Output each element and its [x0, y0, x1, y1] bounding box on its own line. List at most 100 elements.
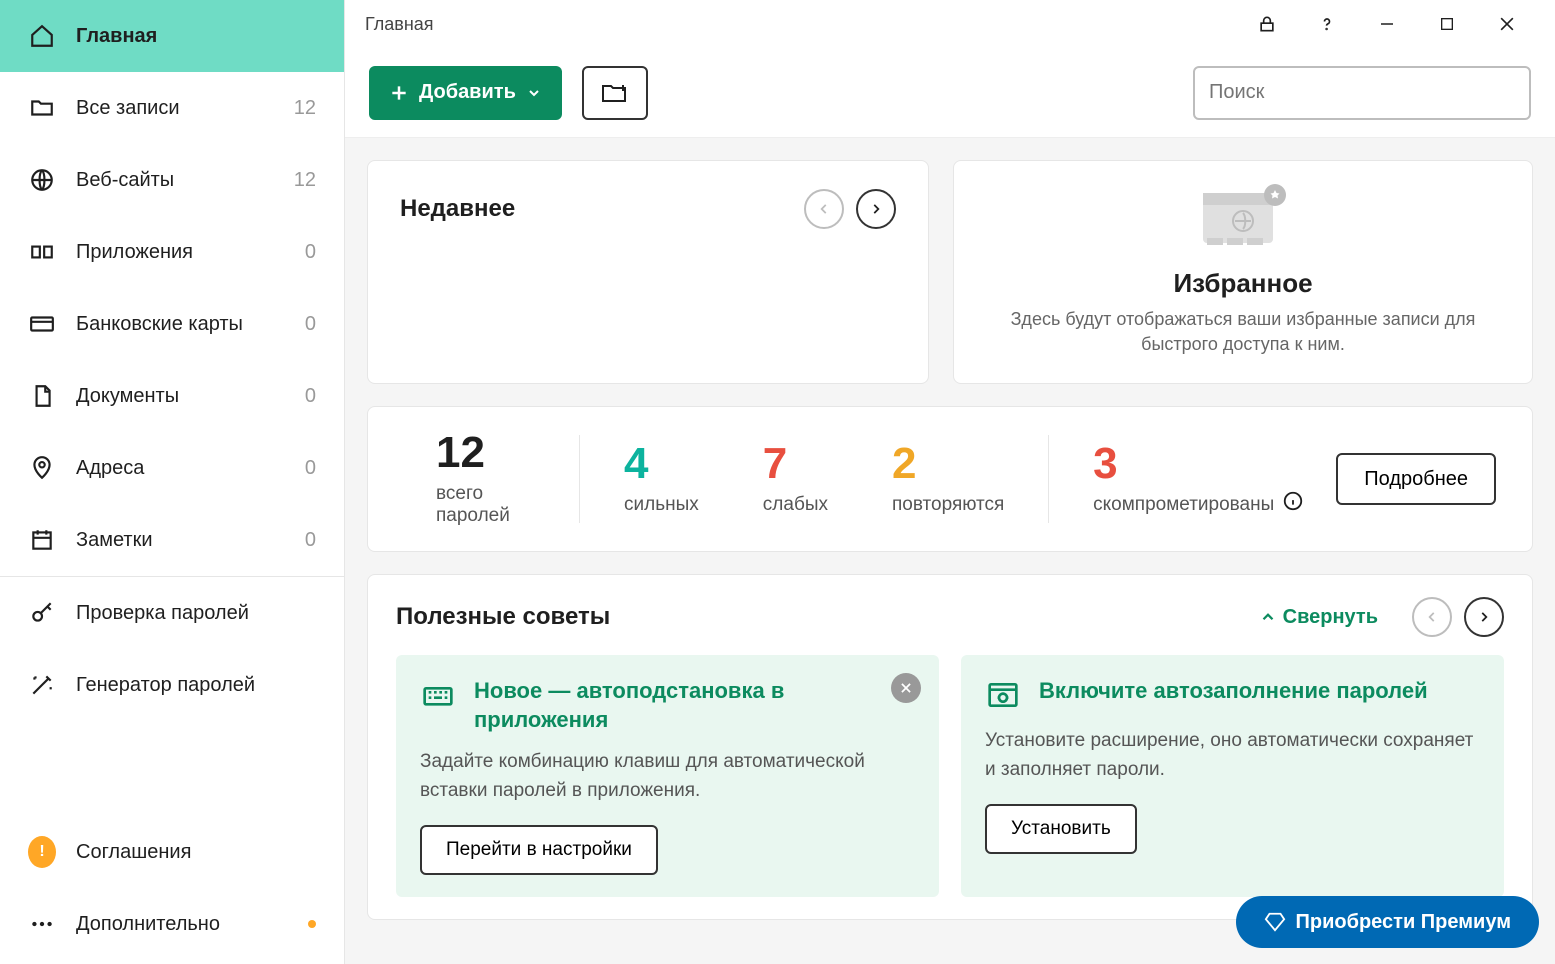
sidebar-item-notes[interactable]: Заметки 0	[0, 504, 344, 576]
sidebar-item-more[interactable]: Дополнительно	[0, 888, 344, 960]
tip-desc: Установите расширение, оно автоматически…	[985, 727, 1480, 784]
sidebar-item-label: Заметки	[76, 529, 285, 552]
sidebar-item-label: Документы	[76, 385, 285, 408]
sidebar-item-home[interactable]: Главная	[0, 0, 344, 72]
divider	[579, 435, 580, 523]
sidebar-item-count: 0	[305, 385, 316, 408]
sidebar-item-count: 0	[305, 457, 316, 480]
sidebar-item-websites[interactable]: Веб-сайты 12	[0, 144, 344, 216]
tips-next-button[interactable]	[1464, 597, 1504, 637]
favorites-desc: Здесь будут отображаться ваши избранные …	[976, 307, 1510, 357]
sidebar-item-label: Главная	[76, 25, 316, 48]
stats-card: 12 всего паролей 4 сильных 7 слабых 2 по…	[367, 406, 1533, 552]
content: Главная Добавить	[345, 0, 1555, 964]
maximize-button[interactable]	[1419, 0, 1475, 48]
home-icon	[28, 23, 56, 49]
help-button[interactable]	[1299, 0, 1355, 48]
sidebar-item-label: Генератор паролей	[76, 674, 316, 697]
stat-compromised-value: 3	[1093, 442, 1304, 486]
tip-action-button[interactable]: Перейти в настройки	[420, 825, 658, 875]
sidebar-item-label: Все записи	[76, 97, 274, 120]
sidebar-item-label: Проверка паролей	[76, 602, 316, 625]
tips-title: Полезные советы	[396, 603, 1259, 631]
stat-repeated: 2 повторяются	[860, 442, 1036, 516]
sidebar-item-generator[interactable]: Генератор паролей	[0, 649, 344, 721]
details-button[interactable]: Подробнее	[1336, 453, 1496, 505]
sidebar-item-label: Адреса	[76, 457, 285, 480]
info-icon[interactable]	[1282, 490, 1304, 512]
chevron-right-icon	[869, 202, 883, 216]
titlebar: Главная	[345, 0, 1555, 48]
sidebar-item-count: 0	[305, 313, 316, 336]
stat-total-label: всего паролей	[436, 483, 535, 527]
stat-repeated-label: повторяются	[892, 494, 1004, 516]
tip-autopaste: Новое — автоподстановка в приложения Зад…	[396, 655, 939, 897]
close-tip-button[interactable]	[891, 673, 921, 703]
sidebar-item-count: 12	[294, 169, 316, 192]
diamond-icon	[1264, 911, 1286, 933]
sidebar-item-label: Дополнительно	[76, 913, 288, 936]
sidebar-item-addresses[interactable]: Адреса 0	[0, 432, 344, 504]
dots-icon	[28, 911, 56, 937]
sidebar-item-label: Приложения	[76, 241, 285, 264]
minimize-button[interactable]	[1359, 0, 1415, 48]
premium-button[interactable]: Приобрести Премиум	[1236, 896, 1540, 948]
favorites-card: Избранное Здесь будут отображаться ваши …	[953, 160, 1533, 384]
tip-autofill: Включите автозаполнение паролей Установи…	[961, 655, 1504, 897]
stat-weak-value: 7	[763, 442, 828, 486]
add-button-label: Добавить	[419, 81, 516, 104]
favorites-title: Избранное	[1173, 268, 1312, 299]
stat-strong-value: 4	[624, 442, 699, 486]
stat-strong-label: сильных	[624, 494, 699, 516]
tip-title: Включите автозаполнение паролей	[1039, 677, 1480, 706]
stat-weak: 7 слабых	[731, 442, 860, 516]
premium-label: Приобрести Премиум	[1296, 911, 1512, 934]
sidebar-item-count: 12	[294, 97, 316, 120]
close-icon	[899, 681, 913, 695]
key-icon	[28, 600, 56, 626]
new-folder-button[interactable]	[582, 66, 648, 120]
sidebar-item-label: Веб-сайты	[76, 169, 274, 192]
tip-action-button[interactable]: Установить	[985, 804, 1137, 854]
document-icon	[28, 383, 56, 409]
folder-icon	[28, 95, 56, 121]
add-button[interactable]: Добавить	[369, 66, 562, 120]
sidebar-item-agreements[interactable]: ! Соглашения	[0, 816, 344, 888]
sidebar: Главная Все записи 12 Веб-сайты 12 Прило…	[0, 0, 345, 964]
sidebar-item-password-check[interactable]: Проверка паролей	[0, 577, 344, 649]
sidebar-item-cards[interactable]: Банковские карты 0	[0, 288, 344, 360]
chevron-down-icon	[526, 85, 542, 101]
favorites-illustration-icon	[1193, 183, 1293, 258]
collapse-button[interactable]: Свернуть	[1259, 606, 1378, 629]
sidebar-item-documents[interactable]: Документы 0	[0, 360, 344, 432]
sidebar-item-apps[interactable]: Приложения 0	[0, 216, 344, 288]
pin-icon	[28, 455, 56, 481]
wand-icon	[28, 672, 56, 698]
recent-prev-button[interactable]	[804, 189, 844, 229]
stat-repeated-value: 2	[892, 442, 1004, 486]
stat-weak-label: слабых	[763, 494, 828, 516]
stat-total: 12 всего паролей	[404, 431, 567, 527]
folder-plus-icon	[601, 81, 629, 105]
recent-next-button[interactable]	[856, 189, 896, 229]
search-input[interactable]	[1193, 66, 1531, 120]
chevron-left-icon	[817, 202, 831, 216]
sidebar-item-all[interactable]: Все записи 12	[0, 72, 344, 144]
close-button[interactable]	[1479, 0, 1535, 48]
tip-desc: Задайте комбинацию клавиш для автоматиче…	[420, 748, 915, 805]
sidebar-item-label: Банковские карты	[76, 313, 285, 336]
chevron-right-icon	[1477, 610, 1491, 624]
lock-button[interactable]	[1239, 0, 1295, 48]
toolbar: Добавить	[345, 48, 1555, 138]
sidebar-item-count: 0	[305, 241, 316, 264]
stat-compromised: 3 скомпрометированы	[1061, 442, 1336, 516]
browser-gear-icon	[985, 677, 1021, 713]
keyboard-icon	[420, 677, 456, 713]
collapse-label: Свернуть	[1283, 606, 1378, 629]
apps-icon	[28, 239, 56, 265]
tips-prev-button[interactable]	[1412, 597, 1452, 637]
stat-strong: 4 сильных	[592, 442, 731, 516]
tips-card: Полезные советы Свернуть Новое — автопод…	[367, 574, 1533, 920]
chevron-up-icon	[1259, 608, 1277, 626]
recent-title: Недавнее	[400, 195, 792, 223]
